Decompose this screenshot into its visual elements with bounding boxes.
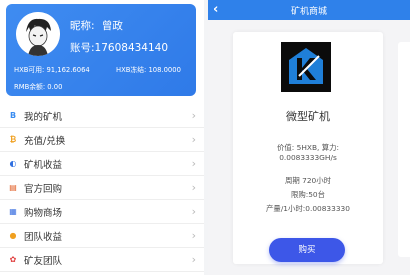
menu-item-label: 充值/兑换 — [24, 135, 66, 147]
menu-item-my-miners[interactable]: B 我的矿机 › — [0, 104, 204, 128]
buyback-icon: ▤ — [9, 182, 17, 192]
bitcoin-b-icon: B — [9, 110, 17, 120]
app-root: 昵称: 曾政 账号:17608434140 HXB可用: 91,162.6064… — [0, 0, 410, 275]
chevron-right-icon: › — [191, 253, 196, 266]
chevron-right-icon: › — [191, 157, 196, 170]
menu-item-miner-earnings[interactable]: ◐ 矿机收益 › — [0, 152, 204, 176]
user-menu: B 我的矿机 › ₿ 充值/兑换 › ◐ 矿机收益 › ▤ 官方回购 › ▦ 购 — [0, 104, 204, 272]
pie-chart-icon: ◐ — [9, 158, 17, 168]
hxb-available: HXB可用: 91,162.6064 — [14, 66, 90, 74]
product-name: 微型矿机 — [286, 110, 330, 123]
product-logo — [281, 42, 331, 92]
chevron-right-icon: › — [191, 229, 196, 242]
top-bar: ‹ 矿机商城 — [208, 0, 410, 20]
profile-card: 昵称: 曾政 账号:17608434140 HXB可用: 91,162.6064… — [6, 4, 196, 96]
account-line: 账号:17608434140 — [70, 40, 168, 55]
chevron-right-icon: › — [191, 133, 196, 146]
menu-item-shopping-mall[interactable]: ▦ 购物商场 › — [0, 200, 204, 224]
menu-item-team-earnings[interactable]: ● 团队收益 › — [0, 224, 204, 248]
avatar-image-icon — [16, 12, 60, 56]
account-label: 账号: — [70, 42, 95, 54]
product-hashrate: 0.0083333GH/s — [279, 153, 337, 162]
menu-item-label: 矿友团队 — [24, 255, 63, 267]
menu-item-label: 我的矿机 — [24, 111, 63, 123]
product-price: 价值: 5HXB, 算力: — [277, 143, 339, 152]
product-card: 微型矿机 价值: 5HXB, 算力: 0.0083333GH/s 周期 720小… — [233, 32, 383, 264]
miner-shop-panel: ‹ 矿机商城 微型矿机 价值: 5HXB, 算力: 0.0083333GH/s … — [208, 0, 410, 275]
nickname-line: 昵称: 曾政 — [70, 18, 123, 33]
team-earnings-icon: ● — [9, 230, 17, 240]
account-value: 17608434140 — [94, 42, 169, 54]
chevron-right-icon: › — [191, 205, 196, 218]
nickname-value: 曾政 — [101, 20, 123, 32]
menu-item-label: 购物商场 — [24, 207, 63, 219]
menu-item-official-buyback[interactable]: ▤ 官方回购 › — [0, 176, 204, 200]
product-limit: 限购:50台 — [290, 190, 326, 199]
menu-item-label: 团队收益 — [24, 231, 63, 243]
rmb-balance: RMB余额: 0.00 — [14, 83, 63, 91]
mall-icon: ▦ — [9, 206, 17, 216]
hxb-frozen: HXB冻结: 108.0000 — [116, 66, 181, 74]
team-icon: ✿ — [9, 254, 17, 264]
user-center-panel: 昵称: 曾政 账号:17608434140 HXB可用: 91,162.6064… — [0, 0, 204, 275]
buy-button[interactable]: 购买 — [269, 238, 345, 262]
bitcoin-coin-icon: ₿ — [9, 134, 17, 144]
menu-item-team[interactable]: ✿ 矿友团队 › — [0, 248, 204, 272]
menu-item-label: 矿机收益 — [24, 159, 63, 171]
chevron-right-icon: › — [191, 181, 196, 194]
menu-item-label: 官方回购 — [24, 183, 63, 195]
nickname-label: 昵称: — [70, 20, 95, 32]
menu-item-recharge[interactable]: ₿ 充值/兑换 › — [0, 128, 204, 152]
product-period: 周期 720小时 — [284, 176, 332, 185]
k-logo-icon — [281, 42, 331, 92]
product-output: 产量/1小时:0.00833330 — [266, 204, 350, 213]
next-product-card — [398, 42, 410, 257]
page-title: 矿机商城 — [290, 7, 327, 17]
avatar[interactable] — [16, 12, 60, 56]
chevron-right-icon: › — [191, 109, 196, 122]
